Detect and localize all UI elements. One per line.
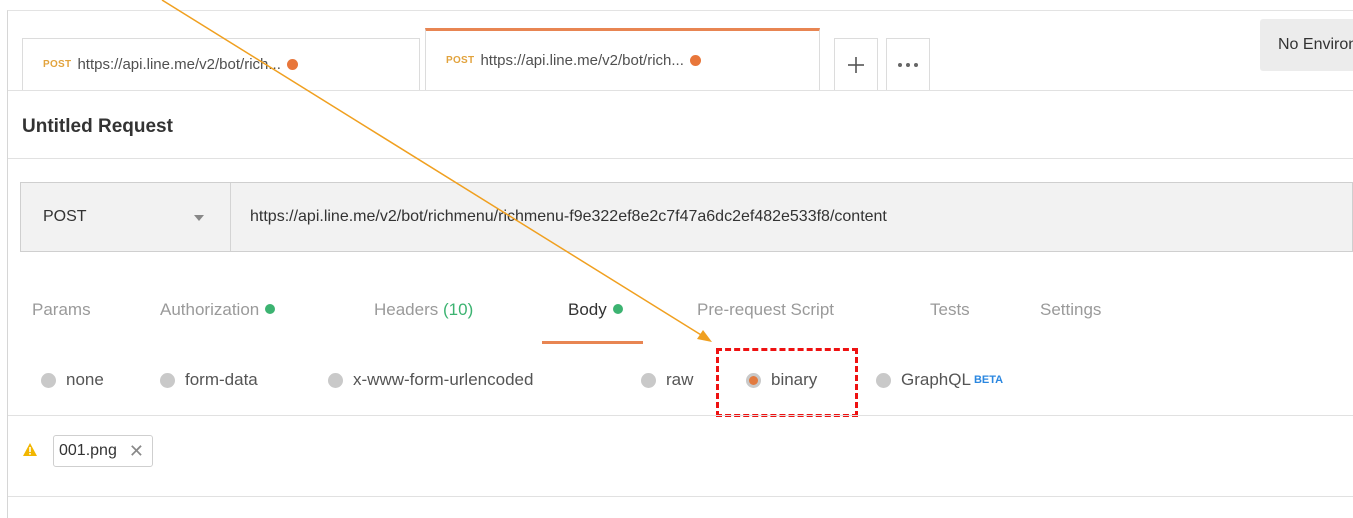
annotation-arrow [161,0,712,342]
